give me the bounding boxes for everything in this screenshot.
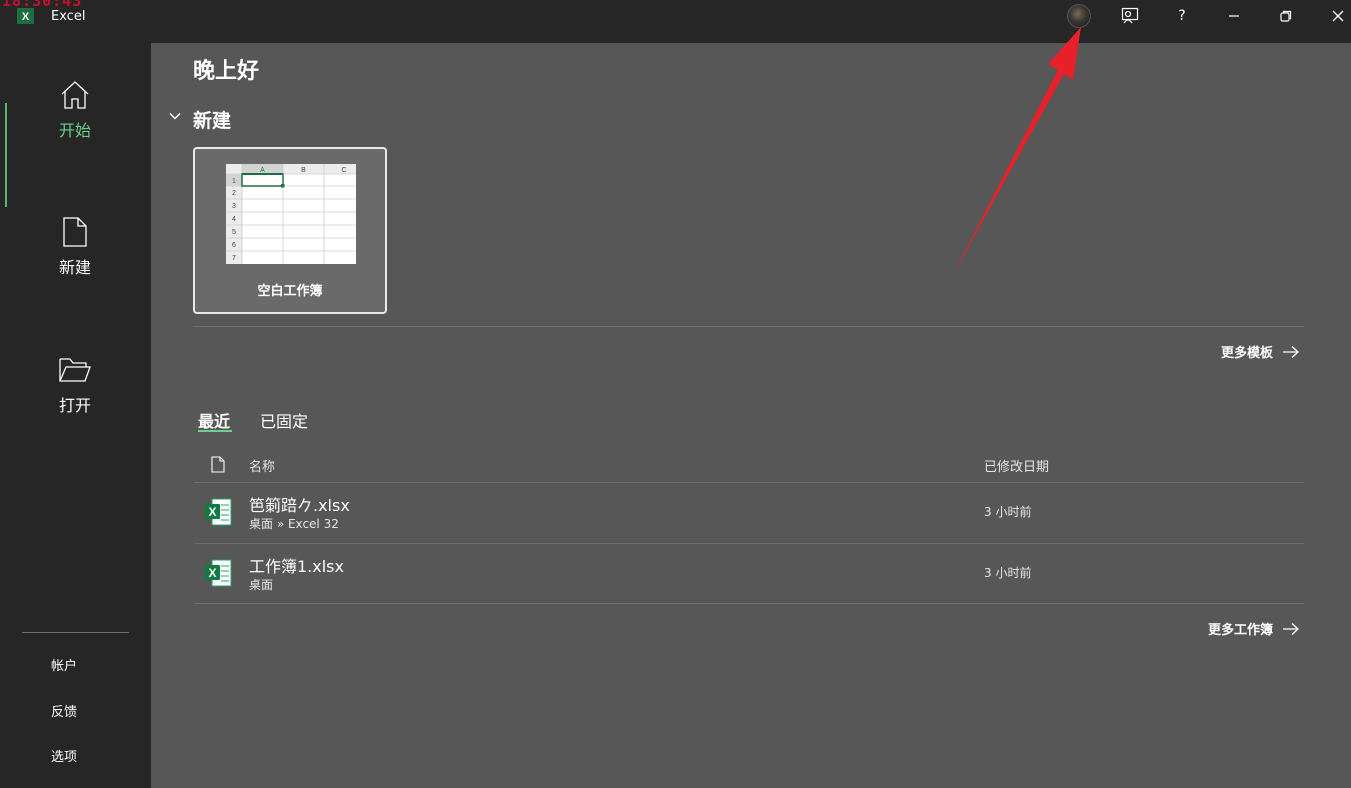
excel-file-icon: X: [205, 498, 232, 526]
file-name: 笆箣踣𠂊.xlsx: [249, 496, 350, 515]
new-section-heading: 新建: [193, 110, 232, 132]
restore-icon: [1280, 10, 1292, 22]
sidebar-item-label: 打开: [58, 396, 91, 415]
tab-recent[interactable]: 最近: [198, 408, 230, 432]
more-templates-label: 更多模板: [1221, 346, 1274, 361]
template-label: 空白工作簿: [257, 284, 323, 299]
thumb-row-label: 7: [232, 255, 236, 262]
sidebar-item-home[interactable]: 开始: [20, 79, 130, 141]
title-bar: 18:30:43 X Excel ?: [0, 0, 1351, 43]
arrow-right-icon: [1283, 345, 1299, 358]
blank-sheet-thumbnail: A B C 1 2 3 4 5 6 7: [226, 164, 356, 264]
app-name: Excel: [51, 9, 86, 24]
section-divider: [193, 326, 1304, 327]
file-row[interactable]: X 笆箣踣𠂊.xlsx 桌面 » Excel 32 3 小时前: [195, 482, 1304, 543]
close-icon: [1332, 10, 1344, 22]
svg-text:X: X: [208, 566, 216, 580]
close-button[interactable]: [1315, 0, 1351, 32]
home-icon: [61, 81, 89, 109]
main-panel: 晚上好 新建 A B C 1 2 3 4 5 6 7 空白工作簿 更多模板 最近…: [151, 43, 1351, 788]
feedback-link[interactable]: 反馈: [51, 701, 77, 720]
column-header-name[interactable]: 名称: [249, 456, 275, 475]
thumb-row-label: 5: [232, 229, 236, 236]
blank-workbook-template[interactable]: A B C 1 2 3 4 5 6 7 空白工作簿: [193, 147, 387, 314]
sidebar-item-label: 新建: [58, 258, 91, 277]
minimize-icon: [1229, 15, 1239, 17]
feedback-person-icon: [1121, 7, 1139, 24]
minimize-button[interactable]: [1211, 0, 1257, 32]
file-path: 桌面 » Excel 32: [249, 517, 339, 531]
sidebar-divider: [22, 632, 129, 633]
column-header-modified[interactable]: 已修改日期: [984, 456, 1049, 475]
page-title: 晚上好: [193, 59, 260, 84]
file-modified: 3 小时前: [984, 566, 1032, 580]
sidebar-item-new[interactable]: 新建: [20, 216, 130, 278]
thumb-row-label: 3: [232, 203, 236, 210]
thumb-col-label: C: [341, 167, 346, 174]
thumb-row-label: 2: [232, 190, 236, 197]
file-modified: 3 小时前: [984, 505, 1032, 519]
arrow-right-icon: [1283, 622, 1299, 635]
help-question-icon: ?: [1178, 8, 1186, 24]
avatar-icon[interactable]: [1067, 4, 1091, 28]
thumb-col-label: B: [301, 167, 306, 174]
more-workbooks-link[interactable]: 更多工作簿: [1208, 619, 1300, 638]
account-link[interactable]: 帐户: [51, 655, 77, 674]
chevron-down-icon[interactable]: [168, 109, 182, 123]
active-tab-underline: [198, 430, 232, 432]
tab-pinned[interactable]: 已固定: [260, 408, 308, 432]
thumb-col-label: A: [260, 167, 265, 174]
new-document-icon: [63, 217, 87, 247]
sidebar: 开始 新建 打开 帐户 反馈 选项: [0, 43, 151, 788]
thumb-row-label: 6: [232, 242, 236, 249]
more-templates-link[interactable]: 更多模板: [1221, 342, 1300, 361]
file-row[interactable]: X 工作簿1.xlsx 桌面 3 小时前: [195, 543, 1304, 604]
feedback-button[interactable]: [1107, 0, 1153, 32]
open-folder-icon: [59, 358, 91, 382]
file-type-column-icon: [211, 456, 225, 473]
options-link[interactable]: 选项: [51, 746, 77, 765]
sidebar-item-label: 开始: [58, 121, 91, 140]
help-button[interactable]: ?: [1159, 0, 1205, 32]
active-nav-indicator: [5, 103, 7, 207]
sidebar-item-open[interactable]: 打开: [20, 354, 130, 416]
thumb-row-label: 1: [232, 178, 236, 185]
file-name: 工作簿1.xlsx: [249, 557, 344, 576]
more-workbooks-label: 更多工作簿: [1208, 623, 1274, 638]
file-path: 桌面: [249, 578, 274, 592]
restore-button[interactable]: [1263, 0, 1309, 32]
excel-icon: X: [17, 8, 34, 24]
svg-text:X: X: [22, 11, 30, 23]
svg-text:X: X: [208, 505, 216, 519]
excel-file-icon: X: [205, 559, 232, 587]
thumb-row-label: 4: [232, 216, 236, 223]
